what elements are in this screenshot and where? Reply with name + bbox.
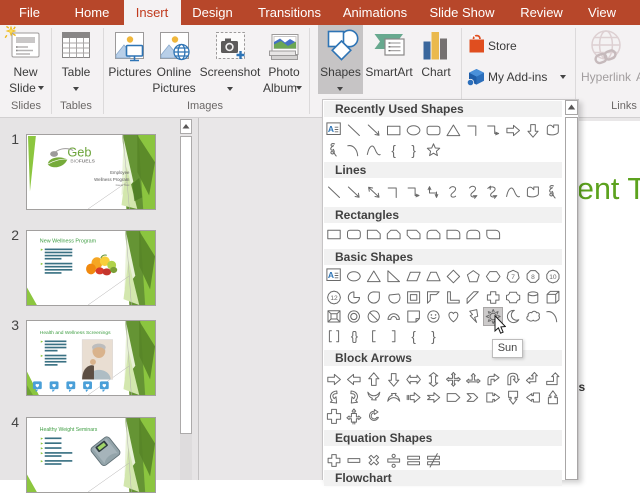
svg-text:Healthy Weight Seminars: Healthy Weight Seminars xyxy=(40,427,98,433)
svg-text:Geb: Geb xyxy=(67,144,91,159)
svg-text:BIOFUELS: BIOFUELS xyxy=(70,158,95,164)
svg-text:{: { xyxy=(391,143,396,158)
svg-text:{: { xyxy=(411,329,416,344)
svg-text:10: 10 xyxy=(549,274,557,281)
svg-text:Guest Host: Guest Host xyxy=(116,183,130,187)
svg-text:{}: {} xyxy=(351,330,358,344)
svg-text:Health and Wellness Screenings: Health and Wellness Screenings xyxy=(40,330,111,336)
svg-text:12: 12 xyxy=(330,295,338,302)
svg-text:}: } xyxy=(431,329,436,344)
svg-text:A: A xyxy=(328,270,334,280)
svg-text:Wellness Program: Wellness Program xyxy=(94,177,130,182)
svg-text:New Wellness Program: New Wellness Program xyxy=(40,239,97,245)
svg-text:Employee: Employee xyxy=(110,170,130,175)
svg-text:7: 7 xyxy=(511,274,515,281)
svg-text:8: 8 xyxy=(531,274,535,281)
svg-text:A: A xyxy=(328,124,334,134)
svg-text:}: } xyxy=(411,143,416,158)
